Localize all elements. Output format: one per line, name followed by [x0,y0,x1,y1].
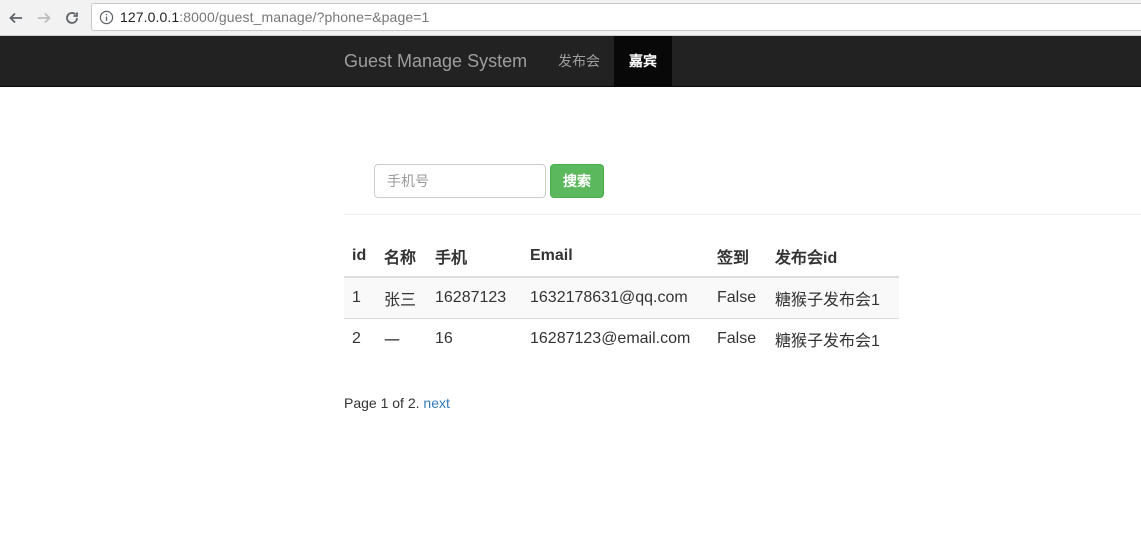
column-header-email: Email [522,236,709,278]
table-row: 1 张三 16287123 1632178631@qq.com False 糖猴… [344,276,899,319]
back-icon[interactable] [4,6,28,30]
table-header-row: id 名称 手机 Email 签到 发布会id [344,236,899,278]
cell-id: 2 [344,318,376,359]
brand-link[interactable]: Guest Manage System [344,51,527,72]
page-status: Page 1 of 2. [344,395,420,411]
column-header-phone: 手机 [427,236,522,278]
cell-email: 16287123@email.com [522,318,709,359]
cell-phone: 16 [427,318,522,359]
url-path: :8000/guest_manage/?phone=&page=1 [179,9,430,25]
divider [344,214,1141,215]
browser-toolbar: 127.0.0.1:8000/guest_manage/?phone=&page… [0,0,1141,36]
url-text: 127.0.0.1:8000/guest_manage/?phone=&page… [120,9,429,25]
cell-name: 一 [376,318,427,359]
cell-phone: 16287123 [427,276,522,319]
forward-icon[interactable] [32,6,56,30]
next-page-link[interactable]: next [423,395,449,411]
phone-search-input[interactable] [374,164,546,198]
navbar: Guest Manage System 发布会 嘉宾 [0,36,1141,87]
reload-icon[interactable] [60,6,84,30]
cell-id: 1 [344,276,376,319]
cell-event: 糖猴子发布会1 [767,276,899,319]
pagination: Page 1 of 2. next [344,395,450,411]
address-bar[interactable]: 127.0.0.1:8000/guest_manage/?phone=&page… [91,3,1141,31]
column-header-event-id: 发布会id [767,236,899,278]
cell-sign: False [709,276,767,319]
nav-item-events[interactable]: 发布会 [543,36,615,86]
search-button[interactable]: 搜索 [550,164,604,198]
column-header-sign: 签到 [709,236,767,278]
nav-item-guests[interactable]: 嘉宾 [614,36,672,86]
url-host: 127.0.0.1 [120,9,180,25]
table-row: 2 一 16 16287123@email.com False 糖猴子发布会1 [344,318,899,359]
column-header-name: 名称 [376,236,427,278]
cell-name: 张三 [376,276,427,319]
column-header-id: id [344,236,376,278]
info-icon[interactable] [98,9,114,25]
cell-event: 糖猴子发布会1 [767,318,899,359]
cell-email: 1632178631@qq.com [522,276,709,319]
cell-sign: False [709,318,767,359]
guest-table: id 名称 手机 Email 签到 发布会id 1 张三 16287123 16… [344,236,899,359]
